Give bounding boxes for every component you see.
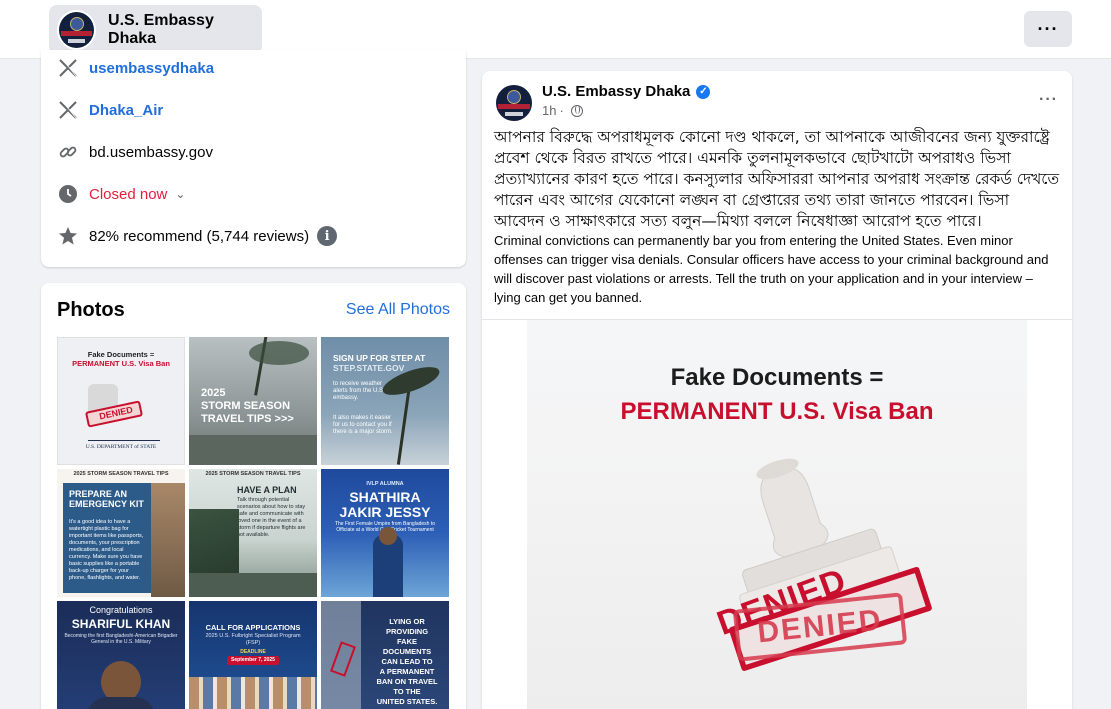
photos-card: Photos See All Photos Fake Documents = P…: [41, 283, 466, 709]
clock-icon: [57, 183, 79, 205]
verified-badge-icon: ✓: [696, 84, 711, 99]
intro-item-x-usembassydhaka[interactable]: usembassydhaka: [57, 56, 214, 80]
intro-item-hours[interactable]: Closed now ⌄: [57, 182, 185, 206]
intro-link-label[interactable]: Dhaka_Air: [89, 102, 163, 119]
globe-icon: [570, 104, 583, 117]
x-logo-icon: [57, 99, 79, 121]
photo-thumb[interactable]: IVLP ALUMNA SHATHIRA JAKIR JESSY The Fir…: [321, 469, 449, 597]
page-avatar[interactable]: [57, 9, 97, 50]
post-image[interactable]: Fake Documents = PERMANENT U.S. Visa Ban…: [527, 320, 1027, 709]
post-author-avatar[interactable]: [494, 83, 534, 123]
page-name-chip[interactable]: U.S. Embassy Dhaka: [49, 5, 262, 54]
recommend-rating: 82% recommend (5,744 reviews): [89, 227, 310, 245]
photo-thumb[interactable]: LYING OR PROVIDING FAKE DOCUMENTS CAN LE…: [321, 601, 449, 709]
post-more-options-button[interactable]: ···: [1039, 91, 1058, 109]
intro-item-reviews: 82% recommend (5,744 reviews) i: [57, 224, 338, 248]
intro-card: usembassydhaka Dhaka_Air bd.usembassy.go…: [41, 50, 466, 267]
photo-thumb[interactable]: CALL FOR APPLICATIONS 2025 U.S. Fulbrigh…: [189, 601, 317, 709]
embassy-seal-icon: [507, 90, 521, 104]
link-icon: [57, 141, 79, 163]
post-text-bengali: আপনার বিরুদ্ধে অপরাধমূলক কোনো দণ্ড থাকলে…: [494, 128, 1060, 230]
photo-thumb[interactable]: Fake Documents = PERMANENT U.S. Visa Ban…: [57, 337, 185, 465]
star-icon: [57, 225, 79, 247]
photo-thumb[interactable]: 2025 STORM SEASON TRAVEL TIPS >>>: [189, 337, 317, 465]
photo-thumb[interactable]: SIGN UP FOR STEP AT STEP.STATE.GOV to re…: [321, 337, 449, 465]
photos-title: Photos: [57, 299, 125, 321]
intro-item-website[interactable]: bd.usembassy.gov: [57, 140, 213, 164]
info-icon[interactable]: i: [317, 226, 338, 246]
hours-status[interactable]: Closed now: [89, 186, 167, 203]
post-time[interactable]: 1h: [542, 103, 556, 118]
post-text-english: Criminal convictions can permanently bar…: [494, 233, 1049, 305]
photo-thumb[interactable]: Congratulations SHARIFUL KHAN Becoming t…: [57, 601, 185, 709]
more-options-button[interactable]: ···: [1024, 11, 1072, 47]
post-author[interactable]: U.S. Embassy Dhaka ✓: [542, 83, 711, 100]
chevron-down-icon[interactable]: ⌄: [175, 187, 185, 201]
post-card: U.S. Embassy Dhaka ✓ 1h · ··· আপনার বিরু…: [482, 71, 1072, 709]
photo-thumb[interactable]: 2025 STORM SEASON TRAVEL TIPS HAVE A PLA…: [189, 469, 317, 597]
intro-link-label[interactable]: usembassydhaka: [89, 60, 214, 77]
website-link[interactable]: bd.usembassy.gov: [89, 144, 213, 161]
x-logo-icon: [57, 57, 79, 79]
see-all-photos-link[interactable]: See All Photos: [346, 301, 450, 319]
intro-item-x-dhaka-air[interactable]: Dhaka_Air: [57, 98, 163, 122]
embassy-seal-icon: [69, 16, 84, 31]
post-meta: 1h ·: [542, 103, 583, 118]
post-author-name[interactable]: U.S. Embassy Dhaka: [542, 83, 690, 100]
photo-thumb[interactable]: 2025 STORM SEASON TRAVEL TIPS PREPARE AN…: [57, 469, 185, 597]
page-name[interactable]: U.S. Embassy Dhaka: [108, 12, 262, 48]
